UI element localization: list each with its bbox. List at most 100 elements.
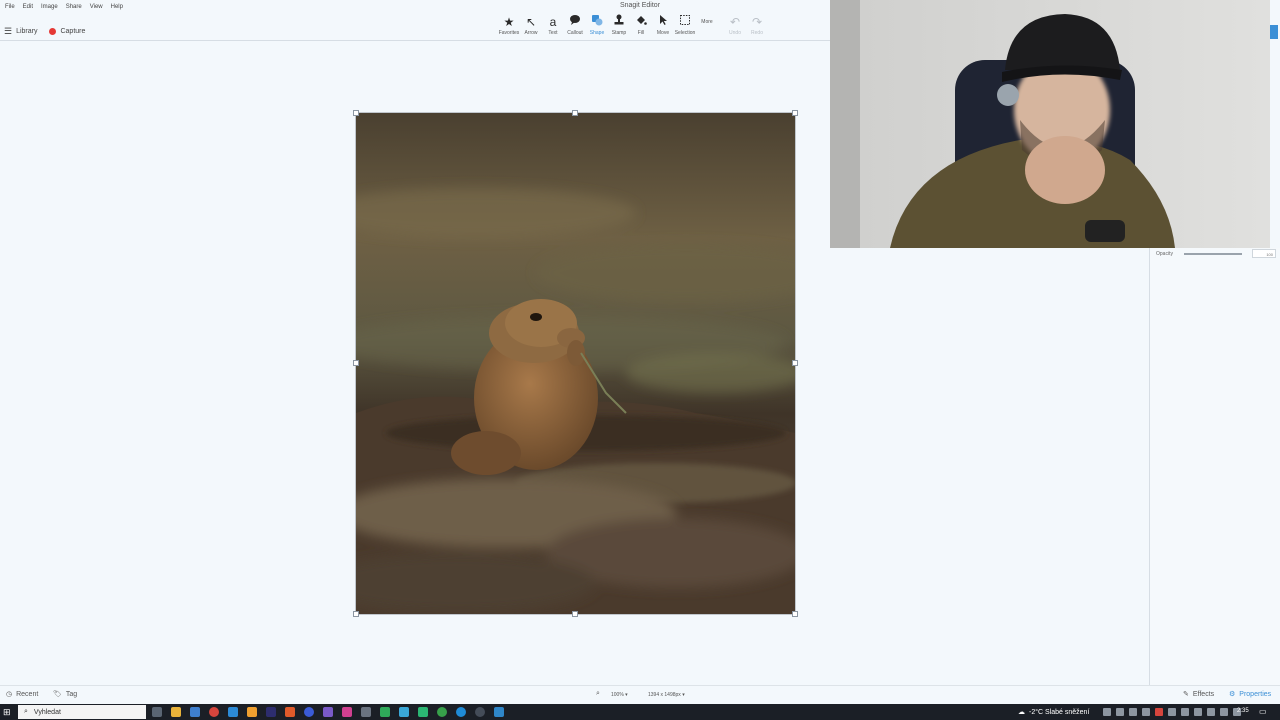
right-scroll-strip <box>1270 20 1280 248</box>
resize-handle[interactable] <box>353 110 359 116</box>
arrow-icon: ↖ <box>525 15 537 29</box>
tray-icon[interactable] <box>1220 708 1228 716</box>
tool-label: Arrow <box>524 30 538 36</box>
tool-shape[interactable]: Shape <box>588 14 606 40</box>
tag-button[interactable]: 🏷 Tag <box>53 690 77 699</box>
undo-button[interactable]: ↶ Undo <box>726 14 744 40</box>
menu-file[interactable]: File <box>5 4 15 10</box>
tool-toolbar: ★ Favorites ↖ Arrow a Text Callout Shape… <box>498 14 766 40</box>
taskbar-search[interactable]: ⌕ Vyhledat <box>18 705 146 719</box>
app-icon[interactable] <box>361 707 371 717</box>
effects-button[interactable]: ✎ Effects <box>1183 690 1215 699</box>
tool-favorites[interactable]: ★ Favorites <box>498 14 520 40</box>
tray-icon[interactable] <box>1142 708 1150 716</box>
app-icon[interactable] <box>418 707 428 717</box>
app-icon[interactable] <box>437 707 447 717</box>
tray-icon[interactable] <box>1194 708 1202 716</box>
canvas-image[interactable] <box>355 112 796 615</box>
more-label: More <box>701 19 713 25</box>
resize-handle[interactable] <box>572 611 578 617</box>
tool-more-button[interactable]: More <box>698 14 716 40</box>
menu-icon[interactable]: ☰ <box>4 26 12 37</box>
resize-handle[interactable] <box>572 110 578 116</box>
tool-label: Move <box>656 30 670 36</box>
tool-text[interactable]: a Text <box>544 14 562 40</box>
menu-edit[interactable]: Edit <box>23 4 33 10</box>
gear-icon: ⚙ <box>1229 691 1236 698</box>
opacity-slider[interactable] <box>1184 253 1242 255</box>
search-icon: ⌕ <box>24 708 28 715</box>
resize-handle[interactable] <box>792 110 798 116</box>
menu-image[interactable]: Image <box>41 4 58 10</box>
resize-handle[interactable] <box>792 360 798 366</box>
taskbar-clock[interactable]: 2:35 <box>1237 708 1249 714</box>
snagit-icon[interactable] <box>494 707 504 717</box>
tag-icon: 🏷 <box>53 691 62 698</box>
tool-label: Shape <box>589 30 605 36</box>
tray-icon[interactable] <box>1129 708 1137 716</box>
properties-button[interactable]: ⚙ Properties <box>1229 690 1271 699</box>
redo-button[interactable]: ↷ Redo <box>748 14 766 40</box>
clock-icon: ◷ <box>6 691 13 698</box>
task-view-icon[interactable] <box>152 707 162 717</box>
undo-icon: ↶ <box>729 15 741 29</box>
tool-arrow[interactable]: ↖ Arrow <box>522 14 540 40</box>
tool-selection[interactable]: Selection <box>674 14 696 40</box>
tool-fill[interactable]: Fill <box>632 14 650 40</box>
tray-icon[interactable] <box>1103 708 1111 716</box>
tray-icon[interactable] <box>1116 708 1124 716</box>
shape-icon <box>591 14 603 30</box>
library-button[interactable]: Library <box>16 28 37 35</box>
menu-help[interactable]: Help <box>111 4 123 10</box>
tray-icon[interactable] <box>1168 708 1176 716</box>
recent-button[interactable]: ◷ Recent <box>6 690 38 699</box>
app-icon[interactable] <box>266 707 276 717</box>
tool-label: Stamp <box>611 30 627 36</box>
panel-tab[interactable] <box>1270 25 1278 39</box>
app-icon[interactable] <box>228 707 238 717</box>
opacity-value-field[interactable]: 100 <box>1252 249 1276 258</box>
tool-label: Selection <box>674 30 696 36</box>
windows-start-icon[interactable]: ⊞ <box>3 707 11 718</box>
window-title: Snagit Editor <box>619 2 661 9</box>
tool-move[interactable]: Move <box>654 14 672 40</box>
app-icon[interactable] <box>399 707 409 717</box>
tool-label: Text <box>548 30 558 36</box>
app-icon[interactable] <box>247 707 257 717</box>
tray-icon[interactable] <box>1207 708 1215 716</box>
app-icon[interactable] <box>285 707 295 717</box>
app-icon[interactable] <box>456 707 466 717</box>
effects-label: Effects <box>1192 690 1215 698</box>
file-explorer-icon[interactable] <box>171 707 181 717</box>
weather-widget[interactable]: ☁ -2°C Slabé sněžení <box>1018 708 1089 717</box>
webcam-overlay <box>830 0 1270 248</box>
resize-handle[interactable] <box>792 611 798 617</box>
tray-icon[interactable] <box>1181 708 1189 716</box>
app-icon[interactable] <box>475 707 485 717</box>
tool-callout[interactable]: Callout <box>566 14 584 40</box>
library-capture-bar: ☰ Library Capture <box>0 22 85 40</box>
app-icon[interactable] <box>304 707 314 717</box>
tool-label: Favorites <box>498 30 520 36</box>
dimensions-dropdown[interactable]: 1394 x 1498px ▾ <box>648 692 685 698</box>
record-icon <box>49 27 57 35</box>
magic-wand-icon: ✎ <box>1183 691 1189 698</box>
opacity-slider-fill <box>1184 253 1242 255</box>
menu-bar: File Edit Image Share View Help <box>0 0 123 13</box>
resize-handle[interactable] <box>353 611 359 617</box>
chrome-icon[interactable] <box>209 707 219 717</box>
zoom-dropdown[interactable]: 100% ▾ <box>611 692 628 698</box>
zoom-search-icon[interactable]: ⌕ <box>596 690 600 698</box>
app-icon[interactable] <box>380 707 390 717</box>
resize-handle[interactable] <box>353 360 359 366</box>
app-icon[interactable] <box>190 707 200 717</box>
app-icon[interactable] <box>323 707 333 717</box>
tray-icon[interactable] <box>1155 708 1163 716</box>
menu-view[interactable]: View <box>90 4 103 10</box>
menu-share[interactable]: Share <box>66 4 82 10</box>
notification-icon[interactable]: ▭ <box>1259 707 1267 716</box>
app-icon[interactable] <box>342 707 352 717</box>
text-icon: a <box>549 15 557 29</box>
tool-stamp[interactable]: Stamp <box>610 14 628 40</box>
capture-button[interactable]: Capture <box>60 28 85 35</box>
